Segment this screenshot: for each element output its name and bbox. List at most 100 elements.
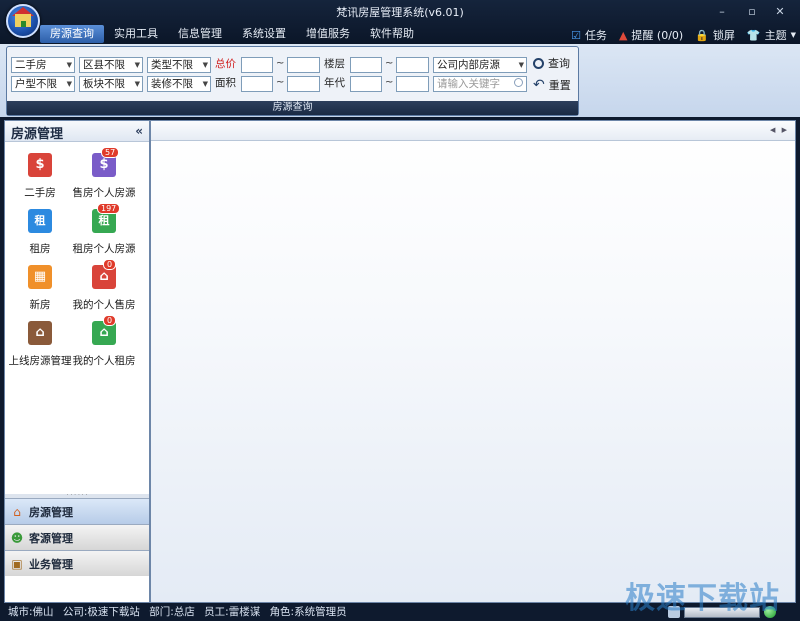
query-button[interactable]: 查询 [533,55,570,71]
search-icon [533,57,544,69]
tile-personal-sale-listings[interactable]: $ 57 售房个人房源 [71,147,137,200]
menu-value-added[interactable]: 增值服务 [296,25,360,43]
category-select[interactable]: 类型不限 ▼ [147,57,211,73]
nav-tab-customer-management[interactable]: ☻ 客源管理 [5,524,149,550]
task-icon: ☑ [571,28,581,42]
task-label: 任务 [584,29,607,42]
lock-screen-button[interactable]: 🔒 锁屏 [695,27,735,43]
shirt-icon: 👕 [746,28,761,42]
theme-label: 主题 [764,29,787,42]
area-max-input[interactable] [287,76,320,92]
lock-label: 锁屏 [712,29,735,42]
floor-min-input[interactable] [350,57,382,73]
price-min-input[interactable] [241,57,273,73]
second-hand-house-icon: $ [28,153,52,177]
left-panel: 房源管理 « $ 二手房 $ 57 售房个人房源 租 租房 租 197 租房个人… [4,120,150,603]
menu-system-settings[interactable]: 系统设置 [232,25,296,43]
tile-my-personal-sale[interactable]: ⌂ 0 我的个人售房 [71,259,137,312]
menu-help[interactable]: 软件帮助 [360,25,424,43]
nav-tab-business-management[interactable]: ▣ 业务管理 [5,550,149,576]
tile-online-listing-management[interactable]: ⌂ 上线房源管理 [7,321,73,368]
search-area: 二手房 ▼ 区县不限 ▼ 类型不限 ▼ 户型不限 ▼ 板块不限 ▼ 装修不限 ▼ 总价 ~ … [0,44,800,117]
area-label: 面积 [215,77,236,89]
status-city: 城市:佛山 [8,606,54,618]
price-max-input[interactable] [287,57,320,73]
status-role: 角色:系统管理员 [269,606,347,618]
status-company: 公司:极速下载站 [62,606,140,618]
floor-max-input[interactable] [396,57,429,73]
count-badge: 57 [101,147,120,158]
floor-tilde: ~ [385,58,394,69]
search-icon [514,78,523,87]
reset-label: 重置 [548,79,571,92]
area-tilde: ~ [276,77,285,88]
layout-select[interactable]: 户型不限 ▼ [11,76,75,92]
nav-tab-house-management[interactable]: ⌂ 房源管理 [5,498,149,524]
reminder-button[interactable]: ▲ 提醒 (0/0) [619,27,683,43]
lock-icon: 🔒 [695,28,709,42]
price-tilde: ~ [276,58,285,69]
price-label: 总价 [215,58,236,70]
tile-rental[interactable]: 租 租房 [7,209,73,256]
count-badge: 0 [103,259,117,270]
keyword-input[interactable]: 请输入关键字 [433,76,527,92]
left-panel-header: 房源管理 « [5,121,149,142]
tile-label: 我的个人售房 [72,299,136,311]
count-badge: 197 [97,203,121,214]
tile-label: 二手房 [24,187,56,199]
count-badge: 0 [103,315,117,326]
nav-tab-label: 客源管理 [29,531,73,545]
tile-new-house[interactable]: ▦ 新房 [7,265,73,312]
area-min-input[interactable] [241,76,273,92]
chevron-down-icon: ▼ [790,31,796,39]
main-tab-strip: ◀ ▶ [151,121,795,141]
menu-bar: 房源查询 实用工具 信息管理 系统设置 增值服务 软件帮助 [40,25,424,43]
status-employee: 员工:雷楼谋 [204,606,261,618]
tile-label: 租房 [29,243,51,255]
close-button[interactable]: ✕ [770,4,790,20]
my-rental-icon: ⌂ 0 [92,315,117,345]
tab-scroll-arrows-icon[interactable]: ◀ ▶ [770,126,789,134]
source-select[interactable]: 公司内部房源 ▼ [433,57,527,73]
my-sale-icon: ⌂ 0 [92,259,117,289]
reminder-label: 提醒 (0/0) [631,29,684,42]
tile-personal-rental-listings[interactable]: 租 197 租房个人房源 [71,203,137,256]
theme-button[interactable]: 👕 主题 ▼ [747,27,796,43]
house-type-select[interactable]: 二手房 ▼ [11,57,75,73]
year-max-input[interactable] [396,76,429,92]
tile-label: 上线房源管理 [8,355,72,367]
task-button[interactable]: ☑ 任务 [571,27,607,43]
personal-sale-icon: $ 57 [92,147,120,177]
menu-house-query[interactable]: 房源查询 [40,25,104,43]
nav-tab-label: 房源管理 [29,505,73,519]
minimize-button[interactable]: – [712,4,732,20]
watermark: 极速下载站 [625,581,780,616]
floor-label: 楼层 [324,58,345,70]
app-title: 梵讯房屋管理系统(v6.01) [336,6,464,19]
decoration-select[interactable]: 装修不限 ▼ [147,76,211,92]
left-panel-title: 房源管理 [11,127,64,142]
menu-info-management[interactable]: 信息管理 [168,25,232,43]
reset-button[interactable]: ↶ 重置 [533,77,571,93]
block-select[interactable]: 板块不限 ▼ [79,76,143,92]
search-panel-footer: 房源查询 [7,101,578,115]
year-label: 年代 [324,77,345,89]
year-min-input[interactable] [350,76,382,92]
district-select[interactable]: 区县不限 ▼ [79,57,143,73]
customers-icon: ☻ [10,530,24,545]
house-icon: ⌂ [13,504,21,519]
bell-icon: ▲ [618,28,628,42]
tile-my-personal-rental[interactable]: ⌂ 0 我的个人租房 [71,315,137,368]
briefcase-icon: ▣ [11,556,23,571]
tile-second-hand-house[interactable]: $ 二手房 [7,153,73,200]
search-panel: 二手房 ▼ 区县不限 ▼ 类型不限 ▼ 户型不限 ▼ 板块不限 ▼ 装修不限 ▼ 总价 ~ … [6,46,579,116]
personal-rental-icon: 租 197 [92,203,121,233]
rental-icon: 租 [28,209,52,233]
tile-label: 租房个人房源 [72,243,136,255]
collapse-icon[interactable]: « [135,124,143,138]
new-house-icon: ▦ [28,265,52,289]
menu-tools[interactable]: 实用工具 [104,25,168,43]
status-department: 部门:总店 [149,606,195,618]
maximize-button[interactable]: ▫ [742,4,762,20]
tile-label: 售房个人房源 [72,187,136,199]
